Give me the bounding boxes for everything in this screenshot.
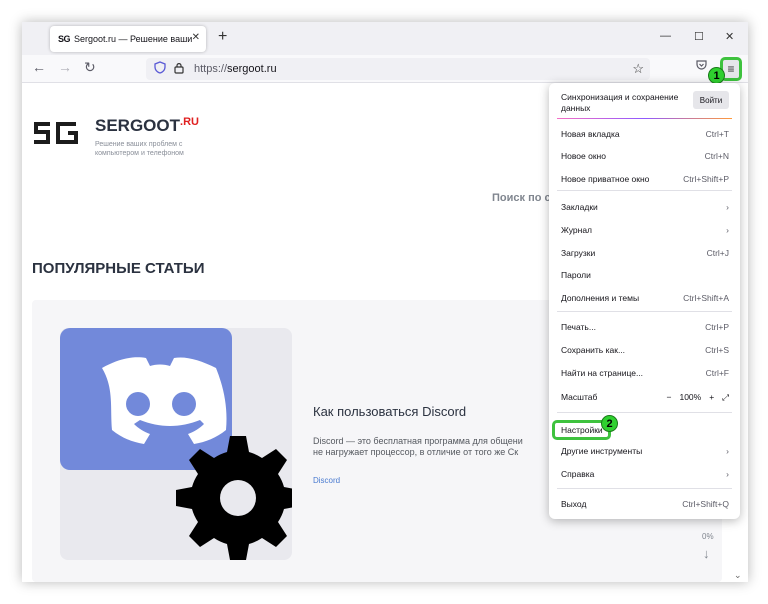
- menu-item-new-window[interactable]: Новое окно Ctrl+N: [561, 149, 729, 163]
- lock-icon[interactable]: [174, 62, 186, 77]
- pocket-icon[interactable]: [696, 60, 707, 73]
- scroll-percent: 0%: [702, 532, 714, 541]
- menu-item-shortcut: Ctrl+Shift+P: [683, 174, 729, 184]
- site-name-text: SERGOOT: [95, 116, 181, 135]
- menu-item-zoom: Масштаб − 100% + ⤢: [561, 390, 729, 404]
- site-favicon-icon: SG: [58, 34, 71, 44]
- article-description: Discord — это бесплатная программа для о…: [313, 436, 573, 458]
- menu-item-bookmarks[interactable]: Закладки ›: [561, 200, 729, 214]
- site-tld: .RU: [180, 116, 199, 128]
- menu-item-passwords[interactable]: Пароли: [561, 268, 729, 282]
- step-badge-1: 1: [708, 67, 725, 84]
- menu-item-label: Пароли: [561, 270, 591, 280]
- menu-item-label: Дополнения и темы: [561, 293, 640, 303]
- menu-item-private-window[interactable]: Новое приватное окно Ctrl+Shift+P: [561, 172, 729, 186]
- tab-sergoot[interactable]: SG Sergoot.ru — Решение ваших п ✕: [50, 26, 206, 52]
- url-host: sergoot.ru: [227, 63, 277, 75]
- site-logo-icon[interactable]: [32, 120, 80, 151]
- hamburger-icon: ≡: [727, 62, 735, 76]
- scrollbar-down-icon[interactable]: ⌄: [734, 570, 742, 581]
- menu-item-help[interactable]: Справка ›: [561, 467, 729, 481]
- menu-item-new-tab[interactable]: Новая вкладка Ctrl+T: [561, 127, 729, 141]
- chevron-right-icon: ›: [726, 469, 729, 479]
- zoom-out-button[interactable]: −: [667, 392, 672, 402]
- menu-item-label: Другие инструменты: [561, 446, 643, 456]
- menu-item-settings[interactable]: Настройки: [561, 423, 729, 437]
- article-title[interactable]: Как пользоваться Discord: [313, 404, 466, 419]
- menu-item-shortcut: Ctrl+F: [705, 368, 729, 378]
- menu-separator: [557, 412, 732, 413]
- menu-item-shortcut: Ctrl+Shift+A: [683, 293, 729, 303]
- article-image[interactable]: [60, 328, 292, 560]
- maximize-button[interactable]: ☐: [694, 30, 704, 43]
- sign-in-button[interactable]: Войти: [693, 91, 729, 109]
- menu-item-label: Загрузки: [561, 248, 596, 258]
- menu-item-save-as[interactable]: Сохранить как... Ctrl+S: [561, 343, 729, 357]
- menu-item-label: Журнал: [561, 225, 593, 235]
- menu-separator: [557, 311, 732, 312]
- shield-icon[interactable]: [154, 61, 168, 77]
- menu-item-label: Справка: [561, 469, 595, 479]
- menu-separator: [557, 190, 732, 191]
- sync-text: Синхронизация и сохранение данных: [561, 92, 679, 113]
- article-desc-line-1: Discord — это бесплатная программа для о…: [313, 436, 523, 446]
- chevron-right-icon: ›: [726, 225, 729, 235]
- menu-item-addons[interactable]: Дополнения и темы Ctrl+Shift+A: [561, 291, 729, 305]
- chevron-right-icon: ›: [726, 202, 729, 212]
- navigation-toolbar: ← → ↻ https:// sergoot.ru ☆: [22, 55, 748, 83]
- menu-item-label: Новое приватное окно: [561, 174, 650, 184]
- menu-item-label: Выход: [561, 499, 587, 509]
- menu-item-label: Сохранить как...: [561, 345, 626, 355]
- menu-item-exit[interactable]: Выход Ctrl+Shift+Q: [561, 497, 729, 511]
- menu-item-find-in-page[interactable]: Найти на странице... Ctrl+F: [561, 366, 729, 380]
- url-bar[interactable]: https:// sergoot.ru ☆: [146, 58, 650, 80]
- menu-item-shortcut: Ctrl+J: [706, 248, 729, 258]
- scroll-down-arrow-icon[interactable]: ↓: [703, 546, 710, 561]
- menu-item-label: Новая вкладка: [561, 129, 620, 139]
- chevron-right-icon: ›: [726, 446, 729, 456]
- menu-item-shortcut: Ctrl+T: [705, 129, 729, 139]
- zoom-in-button[interactable]: +: [709, 392, 714, 402]
- menu-item-shortcut: Ctrl+S: [705, 345, 729, 355]
- menu-item-label: Закладки: [561, 202, 598, 212]
- new-tab-button[interactable]: +: [218, 28, 227, 46]
- menu-item-print[interactable]: Печать... Ctrl+P: [561, 320, 729, 334]
- menu-item-label: Печать...: [561, 322, 596, 332]
- tab-strip: SG Sergoot.ru — Решение ваших п ✕ + — ☐ …: [22, 22, 748, 55]
- back-arrow-icon[interactable]: ←: [32, 59, 46, 75]
- minimize-button[interactable]: —: [660, 30, 671, 42]
- sync-divider: [557, 118, 732, 119]
- menu-item-shortcut: Ctrl+N: [704, 151, 729, 161]
- menu-item-history[interactable]: Журнал ›: [561, 223, 729, 237]
- menu-separator: [557, 488, 732, 489]
- app-menu-panel: Синхронизация и сохранение данных Войти …: [549, 83, 740, 519]
- menu-item-downloads[interactable]: Загрузки Ctrl+J: [561, 246, 729, 260]
- zoom-controls: − 100% + ⤢: [667, 392, 730, 403]
- zoom-level[interactable]: 100%: [679, 392, 701, 402]
- menu-item-label: Масштаб: [561, 392, 598, 402]
- url-scheme: https://: [194, 63, 228, 75]
- close-window-button[interactable]: ✕: [725, 30, 734, 43]
- menu-item-more-tools[interactable]: Другие инструменты ›: [561, 444, 729, 458]
- step-badge-2: 2: [601, 415, 618, 432]
- reload-icon[interactable]: ↻: [84, 59, 96, 76]
- fullscreen-icon[interactable]: ⤢: [722, 392, 729, 403]
- bookmark-star-icon[interactable]: ☆: [632, 61, 644, 77]
- article-tag[interactable]: Discord: [313, 476, 340, 485]
- section-title: ПОПУЛЯРНЫЕ СТАТЬИ: [32, 260, 205, 277]
- close-tab-icon[interactable]: ✕: [192, 32, 200, 43]
- search-hint[interactable]: Поиск по с: [492, 192, 551, 204]
- menu-item-label: Настройки: [561, 425, 603, 435]
- menu-item-shortcut: Ctrl+Shift+Q: [682, 499, 729, 509]
- site-tagline: Решение ваших проблем с компьютером и те…: [95, 141, 184, 157]
- menu-item-label: Найти на странице...: [561, 368, 644, 378]
- menu-item-shortcut: Ctrl+P: [705, 322, 729, 332]
- tab-title: Sergoot.ru — Решение ваших п: [74, 34, 193, 44]
- forward-arrow-icon[interactable]: →: [58, 59, 72, 75]
- site-name[interactable]: SERGOOT.RU: [95, 116, 199, 136]
- article-desc-line-2: не нагружает процессор, в отличие от тог…: [313, 447, 519, 457]
- menu-item-label: Новое окно: [561, 151, 606, 161]
